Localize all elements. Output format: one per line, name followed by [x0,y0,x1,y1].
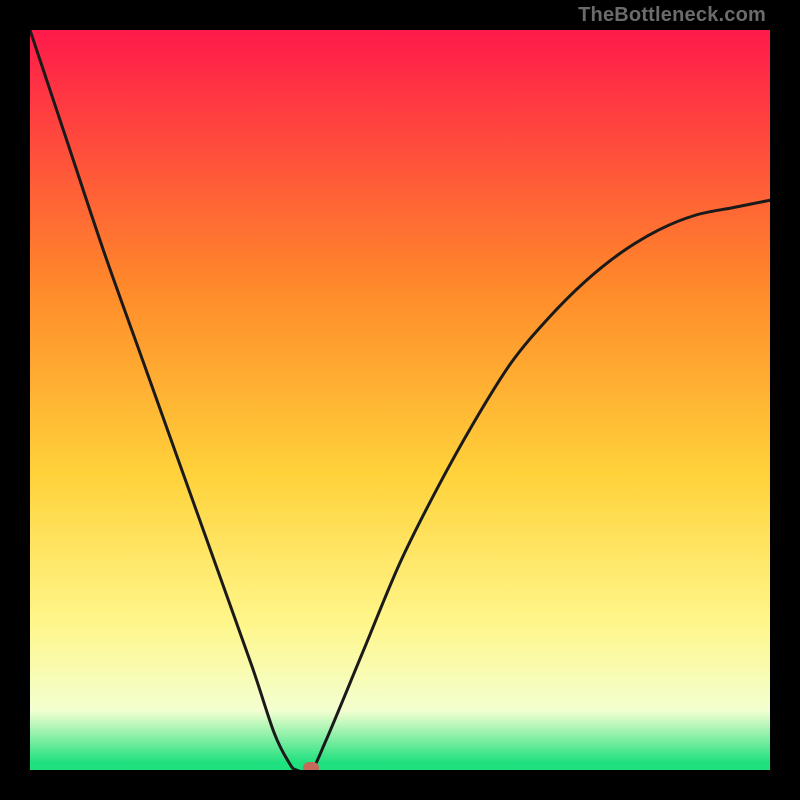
watermark-text: TheBottleneck.com [578,4,766,27]
bottleneck-curve [30,30,770,770]
optimum-marker [303,762,319,770]
chart-frame: TheBottleneck.com [0,0,800,800]
plot-area [30,30,770,770]
